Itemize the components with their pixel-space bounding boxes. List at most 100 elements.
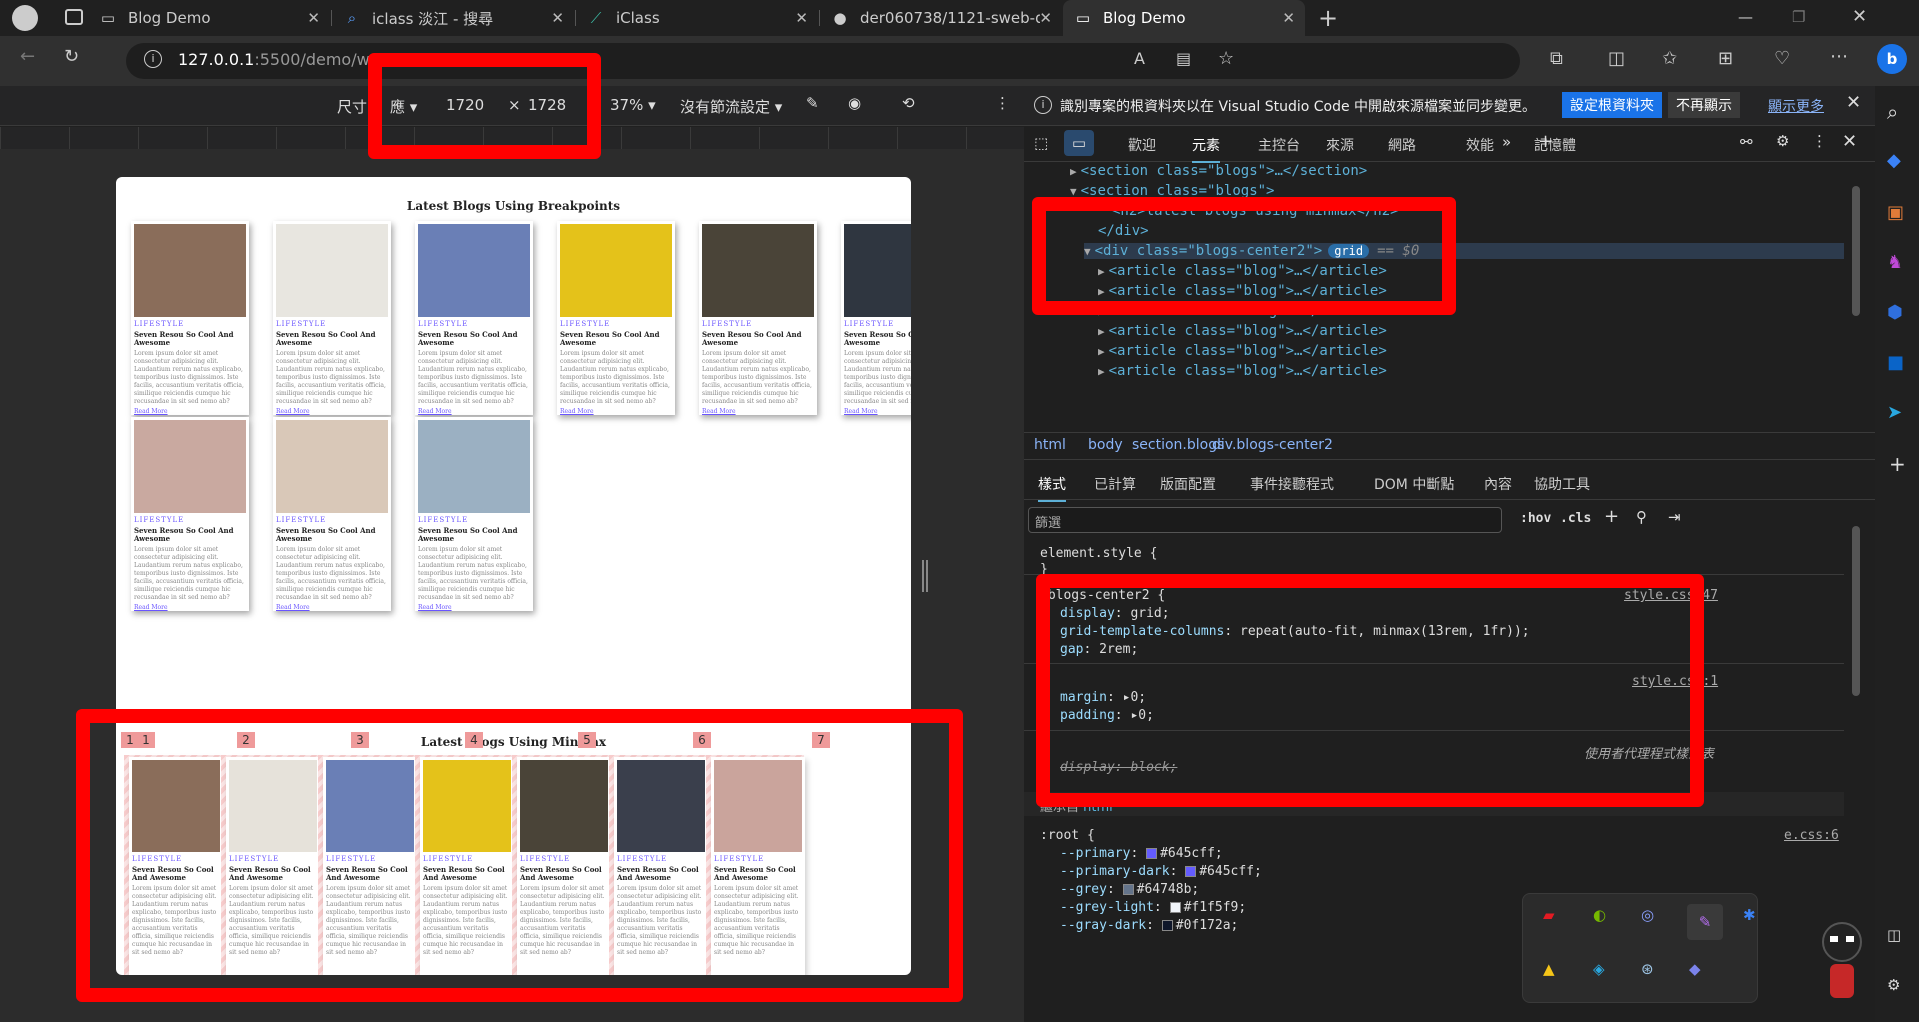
bing-copilot-icon[interactable]: b <box>1877 44 1907 74</box>
url-bar[interactable]: i 127.0.0.1:5500/demo/w0 A ▤ ☆ <box>126 43 1520 79</box>
expand-arrow-icon[interactable]: ▶ <box>1098 325 1105 338</box>
filter-input[interactable]: 篩選 <box>1028 507 1502 533</box>
new-rule-icon[interactable]: + <box>1604 506 1619 527</box>
css-variable[interactable]: --gray-dark: #0f172a; <box>1060 918 1238 933</box>
sidebar-settings-icon[interactable]: ⚙ <box>1887 976 1900 994</box>
tab-iclass-search[interactable]: ⌕ iclass 淡江 - 搜尋 ✕ <box>332 0 574 36</box>
tab-actions-icon[interactable] <box>65 9 83 25</box>
read-more-link[interactable]: Read More <box>134 408 246 415</box>
styles-tab[interactable]: 內容 <box>1484 474 1512 494</box>
tab-blog-demo-1[interactable]: ▭ Blog Demo ✕ <box>88 0 330 36</box>
tab-github[interactable]: ● der060738/1121-sweb-demo-21 ✕ <box>820 0 1062 36</box>
hov-toggle[interactable]: :hov <box>1520 511 1551 526</box>
css-variable[interactable]: --primary: #645cff; <box>1060 846 1223 861</box>
dom-node[interactable]: ▶ <section class="blogs">…</section> <box>1070 163 1367 179</box>
set-root-folder-button[interactable]: 設定根資料夾 <box>1562 92 1662 118</box>
color-swatch[interactable] <box>1169 902 1181 913</box>
add-sidebar-icon[interactable]: + <box>1889 452 1906 476</box>
styles-tab[interactable]: DOM 中斷點 <box>1374 474 1454 494</box>
css-variable[interactable]: --primary-dark: #645cff; <box>1060 864 1262 879</box>
styles-scrollbar[interactable] <box>1852 526 1860 696</box>
discord-icon[interactable]: ◎ <box>1641 906 1654 924</box>
read-more-link[interactable]: Read More <box>844 408 911 415</box>
color-swatch[interactable] <box>1122 884 1134 895</box>
resize-handle[interactable] <box>922 560 928 592</box>
css-variable[interactable]: --grey-light: #f1f5f9; <box>1060 900 1246 915</box>
more-menu-icon[interactable]: ⋯ <box>1830 46 1848 67</box>
devtools-tab[interactable]: 網路 <box>1388 135 1416 155</box>
breadcrumb-item[interactable]: html <box>1034 437 1066 453</box>
eye-icon[interactable]: ◉ <box>848 94 861 112</box>
styles-tab[interactable]: 事件接聽程式 <box>1250 474 1334 494</box>
immersive-reader-icon[interactable]: ▤ <box>1176 49 1191 68</box>
teams-icon[interactable]: ◆ <box>1689 960 1701 978</box>
close-icon[interactable]: ✕ <box>551 9 564 27</box>
cls-toggle[interactable]: .cls <box>1560 511 1591 526</box>
close-banner-icon[interactable]: ✕ <box>1846 92 1861 113</box>
close-icon[interactable]: ✕ <box>1282 9 1295 27</box>
close-window-button[interactable]: ✕ <box>1852 6 1867 27</box>
read-more-link[interactable]: Read More <box>702 408 814 415</box>
devtools-tab[interactable]: 元素 <box>1192 135 1220 163</box>
color-swatch[interactable] <box>1161 920 1173 931</box>
zoom-dropdown[interactable]: 37% ▾ <box>610 96 656 114</box>
styles-tab[interactable]: 協助工具 <box>1534 474 1590 494</box>
color-swatch[interactable] <box>1146 848 1158 859</box>
amd-icon[interactable]: ▰ <box>1543 906 1555 924</box>
styles-tab[interactable]: 已計算 <box>1094 474 1136 494</box>
read-aloud-icon[interactable]: A <box>1134 49 1145 68</box>
devtools-tab[interactable]: 主控台 <box>1258 135 1300 155</box>
expand-arrow-icon[interactable]: ▶ <box>1070 165 1077 178</box>
rotate-icon[interactable]: ⟲ <box>902 94 915 112</box>
games-icon[interactable]: ♞ <box>1887 252 1903 273</box>
split-screen-icon[interactable]: ◫ <box>1608 48 1625 69</box>
read-more-link[interactable]: Read More <box>418 408 530 415</box>
tools-icon[interactable]: ▣ <box>1887 202 1904 223</box>
add-tab-icon[interactable]: + <box>1538 131 1553 152</box>
dom-node[interactable]: ▶ <article class="blog">…</article> <box>1098 323 1387 339</box>
dont-show-again-button[interactable]: 不再顯示 <box>1668 92 1740 118</box>
minimize-button[interactable]: — <box>1738 8 1753 26</box>
panel-icon[interactable]: ◫ <box>1887 926 1901 944</box>
devtools-tab[interactable]: 效能 <box>1466 135 1494 155</box>
read-more-link[interactable]: Read More <box>276 408 388 415</box>
paint-icon[interactable]: ⚲ <box>1636 508 1647 526</box>
more-tabs-icon[interactable]: » <box>1502 133 1511 151</box>
collections-icon[interactable]: ⊞ <box>1718 48 1733 69</box>
tab-blog-demo-active[interactable]: ▭ Blog Demo ✕ <box>1063 0 1305 36</box>
health-icon[interactable]: ♡ <box>1774 48 1790 69</box>
settings-gear-icon[interactable]: ⚙ <box>1776 132 1789 150</box>
dom-node[interactable]: ▶ <article class="blog">…</article> <box>1098 343 1387 359</box>
inspect-icon[interactable]: ⬚ <box>1034 134 1048 152</box>
refresh-icon[interactable]: ↻ <box>64 46 79 67</box>
bluetooth-icon[interactable]: ✱ <box>1743 906 1756 924</box>
tab-iclass[interactable]: ⟋ iClass ✕ <box>576 0 818 36</box>
connect-icon[interactable]: ⚯ <box>1740 133 1753 151</box>
dom-node[interactable]: ▶ <article class="blog">…</article> <box>1098 363 1387 379</box>
sidebar-toggle-icon[interactable]: ⇥ <box>1668 508 1681 526</box>
send-icon[interactable]: ➤ <box>1887 402 1902 423</box>
close-icon[interactable]: ✕ <box>795 9 808 27</box>
styles-tab[interactable]: 版面配置 <box>1160 474 1216 494</box>
new-tab-button[interactable]: + <box>1318 4 1338 32</box>
breadcrumb-item[interactable]: section.blogs <box>1132 437 1224 453</box>
profile-avatar[interactable] <box>12 5 38 31</box>
close-icon[interactable]: ✕ <box>1039 9 1052 27</box>
show-more-link[interactable]: 顯示更多 <box>1768 96 1824 116</box>
copilot-app-icon[interactable]: ⬢ <box>1887 302 1903 323</box>
search-icon[interactable]: ⌕ <box>1887 100 1898 124</box>
back-icon[interactable]: ← <box>20 46 35 67</box>
app-icon[interactable]: ◈ <box>1593 960 1605 978</box>
expand-arrow-icon[interactable]: ▶ <box>1098 345 1105 358</box>
throttle-dropdown[interactable]: 沒有節流設定 ▾ <box>680 96 782 117</box>
read-more-link[interactable]: Read More <box>560 408 672 415</box>
favorite-star-icon[interactable]: ☆ <box>1218 48 1234 69</box>
read-more-link[interactable]: Read More <box>418 604 530 611</box>
devtools-tab[interactable]: 歡迎 <box>1128 135 1156 155</box>
breadcrumb-item[interactable]: body <box>1088 437 1123 453</box>
extensions-icon[interactable]: ⧉ <box>1550 48 1563 69</box>
device-toggle-icon[interactable]: ▭ <box>1064 130 1094 156</box>
dom-scrollbar[interactable] <box>1852 186 1860 316</box>
device-more-icon[interactable]: ⋮ <box>995 94 1010 112</box>
nvidia-icon[interactable]: ◐ <box>1593 906 1606 924</box>
